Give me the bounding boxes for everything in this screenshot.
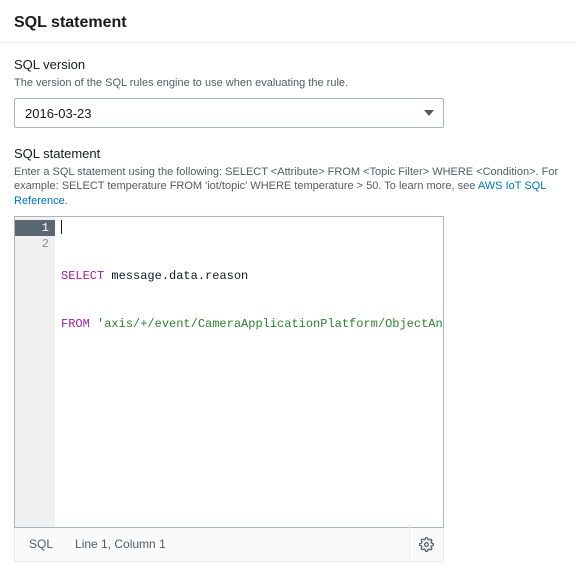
gear-icon xyxy=(419,537,434,552)
section-header: SQL statement xyxy=(0,0,576,43)
editor-settings-button[interactable] xyxy=(409,527,443,561)
code-string: 'axis/+/event/CameraApplicationPlatform/… xyxy=(97,317,443,331)
line-number: 1 xyxy=(15,220,55,236)
sql-version-select[interactable]: 2016-03-23 xyxy=(14,98,444,128)
resize-handle-icon[interactable] xyxy=(429,513,439,523)
code-text xyxy=(90,317,97,331)
sql-statement-desc-suffix: . xyxy=(65,195,68,207)
text-cursor xyxy=(61,220,62,234)
line-number: 2 xyxy=(15,236,49,252)
sql-statement-description: Enter a SQL statement using the followin… xyxy=(14,165,562,208)
sql-statement-label: SQL statement xyxy=(14,146,562,163)
sql-version-label: SQL version xyxy=(14,57,562,74)
editor-code-area[interactable]: SELECT message.data.reason FROM 'axis/+/… xyxy=(55,217,443,527)
sql-statement-desc-text: Enter a SQL statement using the followin… xyxy=(14,166,558,192)
code-keyword: FROM xyxy=(61,317,90,331)
sql-version-field: SQL version The version of the SQL rules… xyxy=(14,57,562,128)
statusbar-cursor-position: Line 1, Column 1 xyxy=(67,537,409,551)
sql-editor[interactable]: 1 2 SELECT message.data.reason FROM 'axi… xyxy=(14,216,444,528)
code-keyword: SELECT xyxy=(61,269,104,283)
code-text: message.data.reason xyxy=(104,269,248,283)
page-title: SQL statement xyxy=(14,14,562,32)
statusbar-language: SQL xyxy=(15,537,67,551)
sql-version-value: 2016-03-23 xyxy=(25,106,92,121)
sql-version-description: The version of the SQL rules engine to u… xyxy=(14,76,562,90)
editor-gutter: 1 2 xyxy=(15,217,55,527)
editor-statusbar: SQL Line 1, Column 1 xyxy=(14,528,444,562)
sql-statement-field: SQL statement Enter a SQL statement usin… xyxy=(14,146,562,562)
